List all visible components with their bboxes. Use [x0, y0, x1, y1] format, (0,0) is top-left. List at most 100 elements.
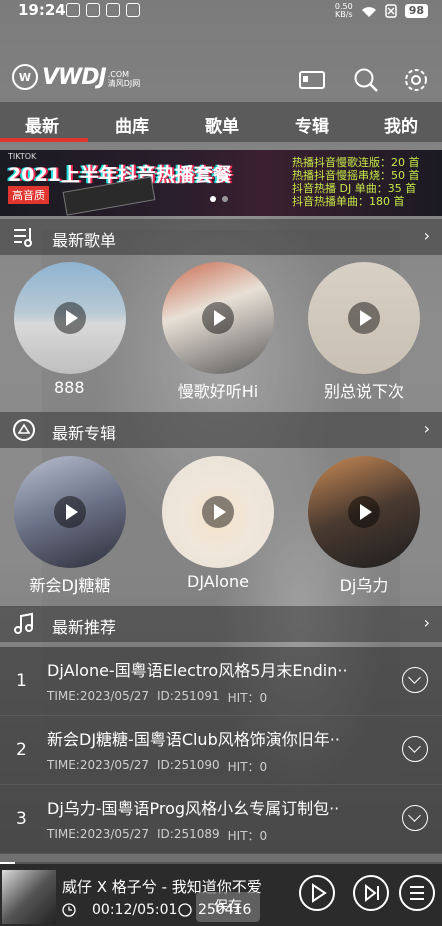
banner-pagination	[210, 196, 228, 202]
item-meta: TIME:2023/05/27 ID:251091 HIT：0	[47, 689, 267, 706]
music-note-icon	[14, 612, 33, 634]
item-title: Dj乌力-国粤语Prog风格小幺专属订制包··	[47, 799, 340, 818]
now-playing-id: 250416	[178, 902, 251, 918]
app-logo[interactable]: W VWDJ .COM 清风DJ网	[12, 64, 140, 90]
section-header-new-albums[interactable]: 最新专辑 ›	[0, 412, 442, 448]
tab-mine[interactable]: 我的	[384, 112, 418, 137]
item-time: TIME:2023/05/27	[47, 827, 150, 841]
status-bar: 19:24 0.50 KB/s 98	[0, 0, 442, 22]
album-cover	[162, 456, 274, 568]
status-notification-icons	[66, 3, 140, 17]
playlist-card[interactable]: 慢歌好听Hi	[162, 262, 274, 402]
clock-icon	[62, 903, 76, 917]
play-icon[interactable]	[348, 496, 380, 528]
album-card[interactable]: DJAlone	[162, 456, 274, 591]
now-playing-artwork[interactable]	[2, 870, 56, 924]
playlist-title: 888	[54, 378, 85, 397]
logo-text: VWDJ	[42, 64, 107, 90]
playlist-title: 慢歌好听Hi	[177, 382, 259, 401]
net-speed: 0.50 KB/s	[335, 3, 353, 19]
item-hit: HIT：0	[227, 760, 268, 774]
playlist-card[interactable]: 888	[14, 262, 126, 397]
list-item[interactable]: 3 Dj乌力-国粤语Prog风格小幺专属订制包·· TIME:2023/05/2…	[0, 785, 442, 854]
play-icon[interactable]	[202, 302, 234, 334]
app-header: W VWDJ .COM 清风DJ网	[0, 50, 442, 100]
playlist-cover	[162, 262, 274, 374]
section-header-recommend[interactable]: 最新推荐 ›	[0, 606, 442, 642]
gear-icon[interactable]	[402, 66, 430, 94]
item-time: TIME:2023/05/27	[47, 758, 150, 772]
tab-playlists[interactable]: 歌单	[205, 112, 239, 137]
item-id: ID:251089	[157, 827, 220, 841]
item-id: ID:251091	[157, 689, 220, 703]
chevron-right-icon[interactable]: ›	[424, 419, 430, 438]
main-tabs: 最新 曲库 歌单 专辑 我的	[0, 102, 442, 142]
section-title: 最新歌单	[52, 231, 117, 250]
chevron-right-icon[interactable]: ›	[424, 226, 430, 245]
album-card[interactable]: 新会DJ糖糖	[14, 456, 126, 596]
banner-line: 抖音热播 DJ 单曲：35 首	[292, 182, 417, 195]
playback-time: 00:12/05:01	[92, 902, 178, 918]
next-track-icon[interactable]	[352, 874, 390, 912]
tab-albums[interactable]: 专辑	[295, 112, 329, 137]
logo-sub: .COM 清风DJ网	[108, 70, 141, 88]
promo-banner[interactable]: TIKTOK 2021上半年抖音热播套餐 高音质 热播抖音慢歌连版：20 首 热…	[0, 150, 442, 216]
battery-indicator: 98	[404, 4, 428, 18]
chevron-down-icon[interactable]	[402, 736, 428, 762]
item-title: DjAlone-国粤语Electro风格5月末Endin··	[47, 661, 348, 680]
banner-line: 抖音热播单曲：180 首	[292, 195, 405, 208]
play-button-icon[interactable]	[298, 874, 336, 912]
playback-progress[interactable]	[0, 862, 442, 864]
now-playing-time: 00:12/05:01	[62, 902, 177, 918]
album-title: 新会DJ糖糖	[29, 576, 111, 595]
notification-icon	[106, 3, 120, 17]
play-icon[interactable]	[54, 496, 86, 528]
playlist-icon	[14, 228, 32, 247]
album-title: DJAlone	[187, 572, 249, 591]
item-hit: HIT：0	[227, 829, 268, 843]
section-title: 最新专辑	[52, 424, 117, 443]
chevron-down-icon[interactable]	[402, 667, 428, 693]
item-id: ID:251090	[157, 758, 220, 772]
banner-details: 热播抖音慢歌连版：20 首 热播抖音慢摇串烧：50 首 抖音热播 DJ 单曲：3…	[292, 156, 420, 208]
item-index: 2	[16, 740, 27, 760]
play-icon[interactable]	[348, 302, 380, 334]
list-item[interactable]: 2 新会DJ糖糖-国粤语Club风格饰演你旧年·· TIME:2023/05/2…	[0, 716, 442, 785]
chevron-right-icon[interactable]: ›	[424, 613, 430, 632]
notification-icon	[66, 3, 80, 17]
pagination-dot[interactable]	[222, 196, 228, 202]
status-time: 19:24	[18, 1, 66, 19]
play-icon[interactable]	[202, 496, 234, 528]
album-card[interactable]: Dj乌力	[308, 456, 420, 596]
tab-library[interactable]: 曲库	[115, 112, 149, 137]
playlist-menu-icon[interactable]	[398, 874, 436, 912]
item-index: 1	[16, 671, 27, 691]
banner-line: 热播抖音慢摇串烧：50 首	[292, 169, 420, 182]
list-item[interactable]: 1 DjAlone-国粤语Electro风格5月末Endin·· TIME:20…	[0, 647, 442, 716]
playlist-card[interactable]: 别总说下次	[308, 262, 420, 402]
logo-mark-icon: W	[12, 64, 38, 90]
banner-badge: 高音质	[8, 186, 49, 204]
sim-off-icon	[384, 4, 397, 18]
pagination-dot[interactable]	[210, 196, 216, 202]
search-icon[interactable]	[352, 66, 380, 94]
logo-subtitle: 清风DJ网	[107, 79, 141, 88]
album-title: Dj乌力	[339, 576, 389, 595]
item-meta: TIME:2023/05/27 ID:251090 HIT：0	[47, 758, 267, 775]
disc-icon	[13, 419, 35, 441]
section-header-new-songs[interactable]: 最新歌单 ›	[0, 219, 442, 255]
playlist-cover	[308, 262, 420, 374]
chevron-down-icon[interactable]	[402, 805, 428, 831]
logo-domain: .COM	[107, 70, 130, 79]
card-icon[interactable]	[298, 66, 326, 94]
item-title: 新会DJ糖糖-国粤语Club风格饰演你旧年··	[47, 730, 340, 749]
item-hit: HIT：0	[227, 691, 268, 705]
play-icon[interactable]	[54, 302, 86, 334]
item-meta: TIME:2023/05/27 ID:251089 HIT：0	[47, 827, 267, 844]
track-id: 250416	[198, 902, 252, 918]
playlist-cover	[14, 262, 126, 374]
tab-latest[interactable]: 最新	[25, 112, 59, 137]
album-cover	[308, 456, 420, 568]
section-title: 最新推荐	[52, 618, 117, 637]
id-icon	[178, 903, 192, 917]
